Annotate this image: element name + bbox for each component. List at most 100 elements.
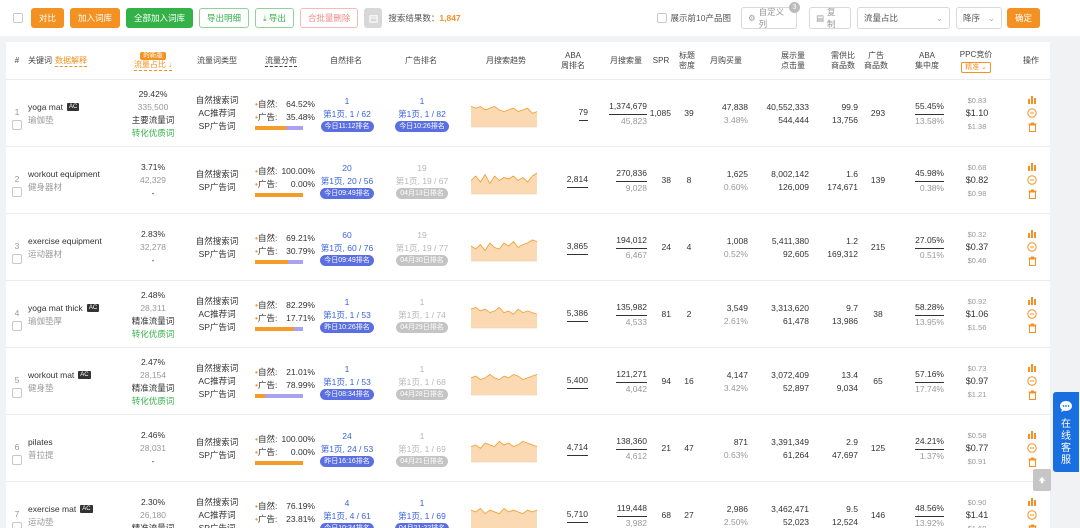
export-button[interactable]: ⤓ 导出 [255,8,294,28]
export-detail-button[interactable]: 导出明细 [199,8,250,28]
keyword-text[interactable]: yoga mat [28,102,63,112]
keyword-text[interactable]: workout equipment [28,169,100,179]
monthly-search-value[interactable]: 119,448 [616,502,647,517]
natural-rank-top[interactable]: 20 [342,162,351,175]
monthly-search-value[interactable]: 270,836 [616,167,647,182]
ad-rank-top[interactable]: 1 [420,95,425,108]
natural-rank-top[interactable]: 60 [342,229,351,242]
row-checkbox[interactable] [12,253,22,264]
online-service-button[interactable]: 在线客服 [1053,392,1079,472]
back-to-top-button[interactable] [1033,469,1051,491]
copy-button[interactable]: ▤ 复制 [808,7,851,29]
trend-cell[interactable] [465,415,543,482]
row-checkbox[interactable] [12,186,22,197]
bar-chart-icon[interactable] [1027,363,1037,372]
bar-chart-icon[interactable] [1027,497,1037,506]
row-checkbox[interactable] [12,521,22,528]
more-icon[interactable] [1027,510,1037,520]
aba-concentration-value[interactable]: 27.05% [915,234,944,249]
trash-icon[interactable] [1028,189,1037,199]
ad-rank-top[interactable]: 1 [420,363,425,376]
trash-icon[interactable] [1028,323,1037,333]
bar-chart-icon[interactable] [1027,162,1037,171]
aba-rank-value[interactable]: 5,400 [566,374,588,389]
trend-cell[interactable] [465,80,543,147]
more-icon[interactable] [1027,242,1037,252]
more-icon[interactable] [1027,443,1037,453]
row-checkbox[interactable] [12,387,22,398]
more-icon[interactable] [1027,376,1037,386]
trend-cell[interactable] [465,482,543,528]
trend-cell[interactable] [465,348,543,415]
custom-cols-button[interactable]: ⚙ 自定义列 3 [740,2,800,29]
natural-rank-time: 昨日10:26排名 [320,322,374,333]
natural-rank-top[interactable]: 1 [345,363,350,376]
ad-rank-top[interactable]: 19 [417,162,426,175]
batch-delete-button[interactable]: 合批量删除 [299,8,359,28]
keyword-text[interactable]: pilates [28,437,53,447]
ad-rank-top[interactable]: 1 [420,296,425,309]
trash-icon[interactable] [1028,457,1037,467]
trash-icon[interactable] [1028,256,1037,266]
ppc-match-select[interactable]: 精准 ⌄ [961,61,991,73]
select-all-checkbox[interactable] [13,13,23,23]
ad-rank-top[interactable]: 1 [420,430,425,443]
aba-concentration-value[interactable]: 55.45% [915,100,944,115]
natural-rank-top[interactable]: 1 [345,296,350,309]
bar-chart-icon[interactable] [1027,296,1037,305]
monthly-search-value[interactable]: 194,012 [616,234,647,249]
flow-type-cell: 自然搜索词 AC推荐词 SP广告词 [189,348,245,415]
col-share[interactable]: 的新版 流量占比 ↓ [123,42,183,80]
top10-checkbox[interactable] [656,13,667,23]
monthly-search-value[interactable]: 135,982 [616,301,647,316]
monthly-search-value[interactable]: 121,271 [616,368,647,383]
ad-rank-top[interactable]: 19 [417,229,426,242]
bar-chart-icon[interactable] [1027,430,1037,439]
aba-concentration-value[interactable]: 48.56% [915,502,944,517]
add-all-to-lib-button[interactable]: 全部加入词库 [126,8,194,28]
keyword-text[interactable]: workout mat [28,370,74,380]
natural-rank-top[interactable]: 24 [342,430,351,443]
more-icon[interactable] [1027,309,1037,319]
monthly-search-value[interactable]: 1,374,679 [609,100,647,115]
bar-chart-icon[interactable] [1027,229,1037,238]
trend-cell[interactable] [465,281,543,348]
data-explain-link[interactable]: 数据解释 [55,56,87,67]
aba-concentration-value[interactable]: 45.98% [915,167,944,182]
aba-rank-value[interactable]: 3,865 [566,240,588,255]
natural-rank-top[interactable]: 1 [345,95,350,108]
add-to-lib-button[interactable]: 加入词库 [70,8,121,28]
bar-chart-icon[interactable] [1027,95,1037,104]
row-checkbox[interactable] [12,119,22,130]
aba-rank-value[interactable]: 5,386 [566,307,588,322]
compare-button[interactable]: 对比 [31,8,65,28]
trash-icon[interactable] [1028,122,1037,132]
more-icon[interactable] [1027,175,1037,185]
sort-order-select[interactable]: 降序 ⌄ [955,7,1002,29]
ad-rank-top[interactable]: 1 [420,497,425,510]
sort-field-select[interactable]: 流量占比 ⌄ [856,7,950,29]
aba-rank-value[interactable]: 79 [578,106,588,121]
aba-concentration-value[interactable]: 24.21% [915,435,944,450]
calendar-button[interactable] [364,8,383,28]
trash-icon[interactable] [1028,390,1037,400]
keyword-text[interactable]: exercise mat [28,504,76,514]
trend-cell[interactable] [465,147,543,214]
aba-concentration-value[interactable]: 57.16% [915,368,944,383]
natural-rank-cell: 20 第1页, 20 / 56 今日09:49排名 [316,147,378,214]
more-icon[interactable] [1027,108,1037,118]
aba-rank-value[interactable]: 2,814 [566,173,588,188]
aba-rank-value[interactable]: 4,714 [566,441,588,456]
aba-rank-value[interactable]: 5,710 [566,508,588,523]
confirm-button[interactable]: 确定 [1006,8,1040,28]
row-checkbox[interactable] [12,454,22,465]
col-supply-demand: 需供比 商品数 [829,42,857,80]
aba-concentration-value[interactable]: 58.28% [915,301,944,316]
monthly-search-value[interactable]: 138,360 [616,435,647,450]
natural-rank-top[interactable]: 4 [345,497,350,510]
keyword-text[interactable]: yoga mat thick [28,303,83,313]
row-checkbox[interactable] [12,320,22,331]
trash-icon[interactable] [1028,524,1037,528]
keyword-text[interactable]: exercise equipment [28,236,102,246]
trend-cell[interactable] [465,214,543,281]
